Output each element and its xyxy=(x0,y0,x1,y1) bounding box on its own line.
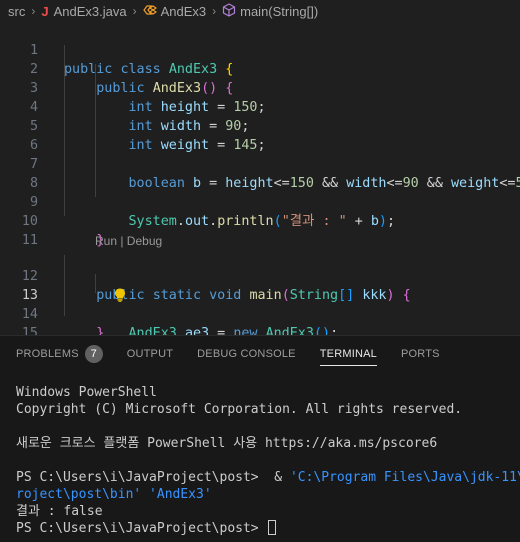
code-token: = xyxy=(209,326,234,335)
chevron-right-icon: › xyxy=(31,4,36,18)
breadcrumb-class[interactable]: AndEx3 xyxy=(161,4,207,19)
terminal-line: Windows PowerShell xyxy=(16,385,157,400)
code-line: 3 int height = 150; xyxy=(0,60,520,115)
terminal-output[interactable]: Windows PowerShell Copyright (C) Microso… xyxy=(16,384,520,537)
breadcrumb-file[interactable]: AndEx3.java xyxy=(54,4,127,19)
breadcrumb-folder[interactable]: src xyxy=(8,4,25,19)
code-editor[interactable]: 1 public class AndEx3 { 2 public AndEx3(… xyxy=(0,22,520,335)
code-line: 5 int weight = 145; xyxy=(0,98,520,153)
run-debug-codelens[interactable]: Run | Debug xyxy=(95,233,162,249)
terminal-line: 새로운 크로스 플랫폼 PowerShell 사용 https://aka.ms… xyxy=(16,436,438,451)
terminal-java-path: 'C:\Program Files\Java\jdk-11\bin\java xyxy=(289,470,520,485)
tab-label: Debug Console xyxy=(197,348,296,360)
code-line: 8 xyxy=(0,155,520,191)
tab-ports[interactable]: Ports xyxy=(401,336,440,372)
java-file-icon: J xyxy=(41,3,49,19)
lightbulb-icon[interactable] xyxy=(66,269,126,302)
code-line: 14 } xyxy=(0,286,520,335)
tab-label: Problems xyxy=(16,348,79,360)
problems-count-badge: 7 xyxy=(84,345,103,363)
class-icon xyxy=(142,4,157,19)
chevron-right-icon: › xyxy=(132,4,137,18)
code-token: AndEx3 xyxy=(265,326,314,335)
tab-label: Ports xyxy=(400,348,440,360)
chevron-right-icon: › xyxy=(212,4,217,18)
tab-terminal[interactable]: Terminal xyxy=(319,336,378,372)
code-line: 10 } xyxy=(0,193,520,248)
code-token: () xyxy=(313,326,331,335)
tab-label: Output xyxy=(126,348,174,360)
bottom-panel: Problems 7 Output Debug Console Terminal… xyxy=(0,335,520,542)
line-number: 15 xyxy=(21,326,38,335)
tab-problems[interactable]: Problems 7 xyxy=(16,336,103,372)
code-token: } xyxy=(96,326,105,335)
tab-debug-console[interactable]: Debug Console xyxy=(197,336,296,372)
code-token: ; xyxy=(330,326,339,335)
code-token: new xyxy=(233,326,258,335)
tab-output[interactable]: Output xyxy=(127,336,173,372)
terminal-prompt: PS C:\Users\i\JavaProject\post> xyxy=(16,521,267,536)
code-line: 6 xyxy=(0,117,520,153)
code-line: 12 public static void main(String[] kkk)… xyxy=(0,248,520,303)
terminal-line: PS C:\Users\i\JavaProject\post> & 'C:\Pr… xyxy=(16,469,520,486)
tab-label: Terminal xyxy=(319,348,377,360)
code-line: 1 public class AndEx3 { xyxy=(0,22,520,77)
code-line: 13 AndEx3 ae3 = new AndEx3(); xyxy=(0,267,520,335)
breadcrumb: src › J AndEx3.java › AndEx3 › main(Stri… xyxy=(0,0,520,22)
code-line: 2 public AndEx3() { xyxy=(0,41,520,96)
method-icon xyxy=(222,2,236,20)
code-line: 4 int width = 90; xyxy=(0,79,520,134)
terminal-cursor xyxy=(268,520,277,535)
code-line: 9 System.out.println("결과 : " + b); xyxy=(0,174,520,229)
breadcrumb-method[interactable]: main(String[]) xyxy=(240,4,318,19)
terminal-line: 결과 : false xyxy=(16,504,103,519)
terminal-line: roject\post\bin' 'AndEx3' xyxy=(16,487,212,502)
code-token: ae3 xyxy=(184,326,210,335)
code-token: AndEx3 xyxy=(128,326,177,335)
code-line: 7 boolean b = height<=150 && width<=90 &… xyxy=(0,136,520,191)
panel-tabs: Problems 7 Output Debug Console Terminal… xyxy=(0,336,520,372)
code-line: 15 } xyxy=(0,305,520,335)
terminal-prompt: PS C:\Users\i\JavaProject\post> & xyxy=(16,470,290,485)
terminal-line: Copyright (C) Microsoft Corporation. All… xyxy=(16,402,463,417)
code-line: 11 xyxy=(0,212,520,248)
terminal-line: PS C:\Users\i\JavaProject\post> xyxy=(16,520,520,537)
